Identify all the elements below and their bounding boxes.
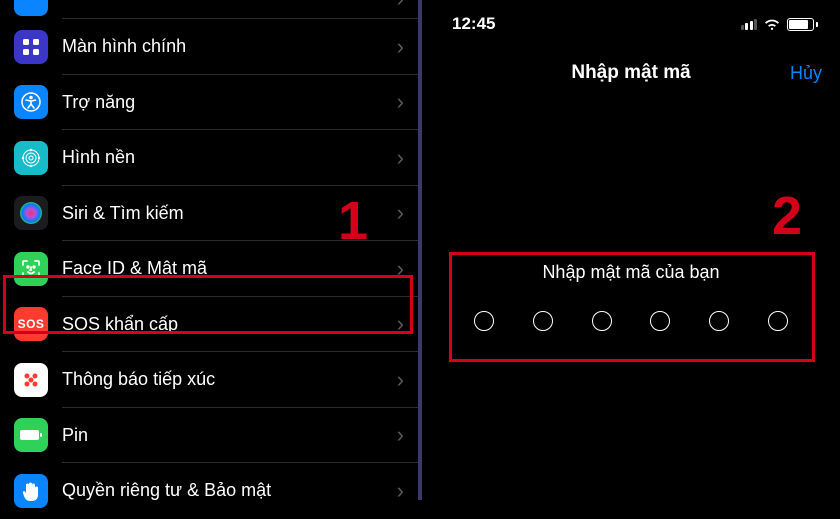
exposure-icon	[14, 363, 48, 397]
passcode-dot	[768, 311, 788, 331]
chevron-right-icon: ›	[397, 34, 404, 60]
settings-row-label: Màn hình chính	[62, 36, 397, 57]
chevron-right-icon: ›	[397, 0, 404, 12]
passcode-dot	[533, 311, 553, 331]
chevron-right-icon: ›	[397, 422, 404, 448]
home-screen-icon	[14, 30, 48, 64]
settings-row-label: Quyền riêng tư & Bảo mật	[62, 480, 397, 501]
chevron-right-icon: ›	[397, 311, 404, 337]
status-time: 12:45	[452, 14, 495, 34]
step-2-label: 2	[772, 185, 802, 247]
siri-icon	[14, 196, 48, 230]
passcode-prompt: Nhập mật mã của bạn	[462, 262, 800, 283]
battery-percentage: 76	[795, 19, 806, 30]
settings-row-battery[interactable]: Pin ›	[0, 408, 418, 464]
brightness-icon	[14, 0, 48, 16]
settings-row-label: Siri & Tìm kiếm	[62, 203, 397, 224]
accessibility-icon	[14, 85, 48, 119]
chevron-right-icon: ›	[397, 256, 404, 282]
settings-row-sos[interactable]: SOS SOS khẩn cấp ›	[0, 297, 418, 353]
settings-list: › Màn hình chính › Trợ năng › Hình nền ›	[0, 0, 418, 519]
chevron-right-icon: ›	[397, 200, 404, 226]
settings-row-label: SOS khẩn cấp	[62, 314, 397, 335]
settings-row-label: Face ID & Mật mã	[62, 258, 397, 279]
passcode-dot	[474, 311, 494, 331]
passcode-screen: 12:45 76 Nhập mật mã Hủy Nhập mật mã của…	[422, 0, 840, 500]
cancel-button[interactable]: Hủy	[790, 63, 822, 84]
settings-row-accessibility[interactable]: Trợ năng ›	[0, 75, 418, 131]
settings-row-privacy[interactable]: Quyền riêng tư & Bảo mật ›	[0, 463, 418, 519]
settings-row-label: Trợ năng	[62, 92, 397, 113]
sos-icon: SOS	[14, 307, 48, 341]
passcode-dot	[709, 311, 729, 331]
chevron-right-icon: ›	[397, 367, 404, 393]
wallpaper-icon	[14, 141, 48, 175]
settings-row-face-id[interactable]: Face ID & Mật mã ›	[0, 241, 418, 297]
settings-row-display-brightness[interactable]: ›	[0, 0, 418, 19]
passcode-dot	[650, 311, 670, 331]
passcode-dot	[592, 311, 612, 331]
face-id-icon	[14, 252, 48, 286]
nav-bar: Nhập mật mã Hủy	[422, 40, 840, 92]
chevron-right-icon: ›	[397, 145, 404, 171]
battery-indicator: 76	[787, 18, 818, 31]
nav-title: Nhập mật mã	[571, 62, 690, 84]
settings-row-label: Hình nền	[62, 147, 397, 168]
settings-row-label: Pin	[62, 425, 397, 446]
settings-row-exposure-notifications[interactable]: Thông báo tiếp xúc ›	[0, 352, 418, 408]
status-bar: 12:45 76	[422, 0, 840, 40]
cellular-signal-icon	[741, 19, 758, 30]
passcode-entry[interactable]: Nhập mật mã của bạn	[462, 262, 800, 331]
privacy-hand-icon	[14, 474, 48, 508]
settings-row-label: Thông báo tiếp xúc	[62, 369, 397, 390]
settings-row-home-screen[interactable]: Màn hình chính ›	[0, 19, 418, 75]
settings-screen: › Màn hình chính › Trợ năng › Hình nền ›	[0, 0, 418, 500]
settings-row-siri[interactable]: Siri & Tìm kiếm ›	[0, 186, 418, 242]
wifi-icon	[763, 18, 781, 31]
passcode-dots	[462, 311, 800, 331]
settings-row-wallpaper[interactable]: Hình nền ›	[0, 130, 418, 186]
battery-icon	[14, 418, 48, 452]
chevron-right-icon: ›	[397, 89, 404, 115]
